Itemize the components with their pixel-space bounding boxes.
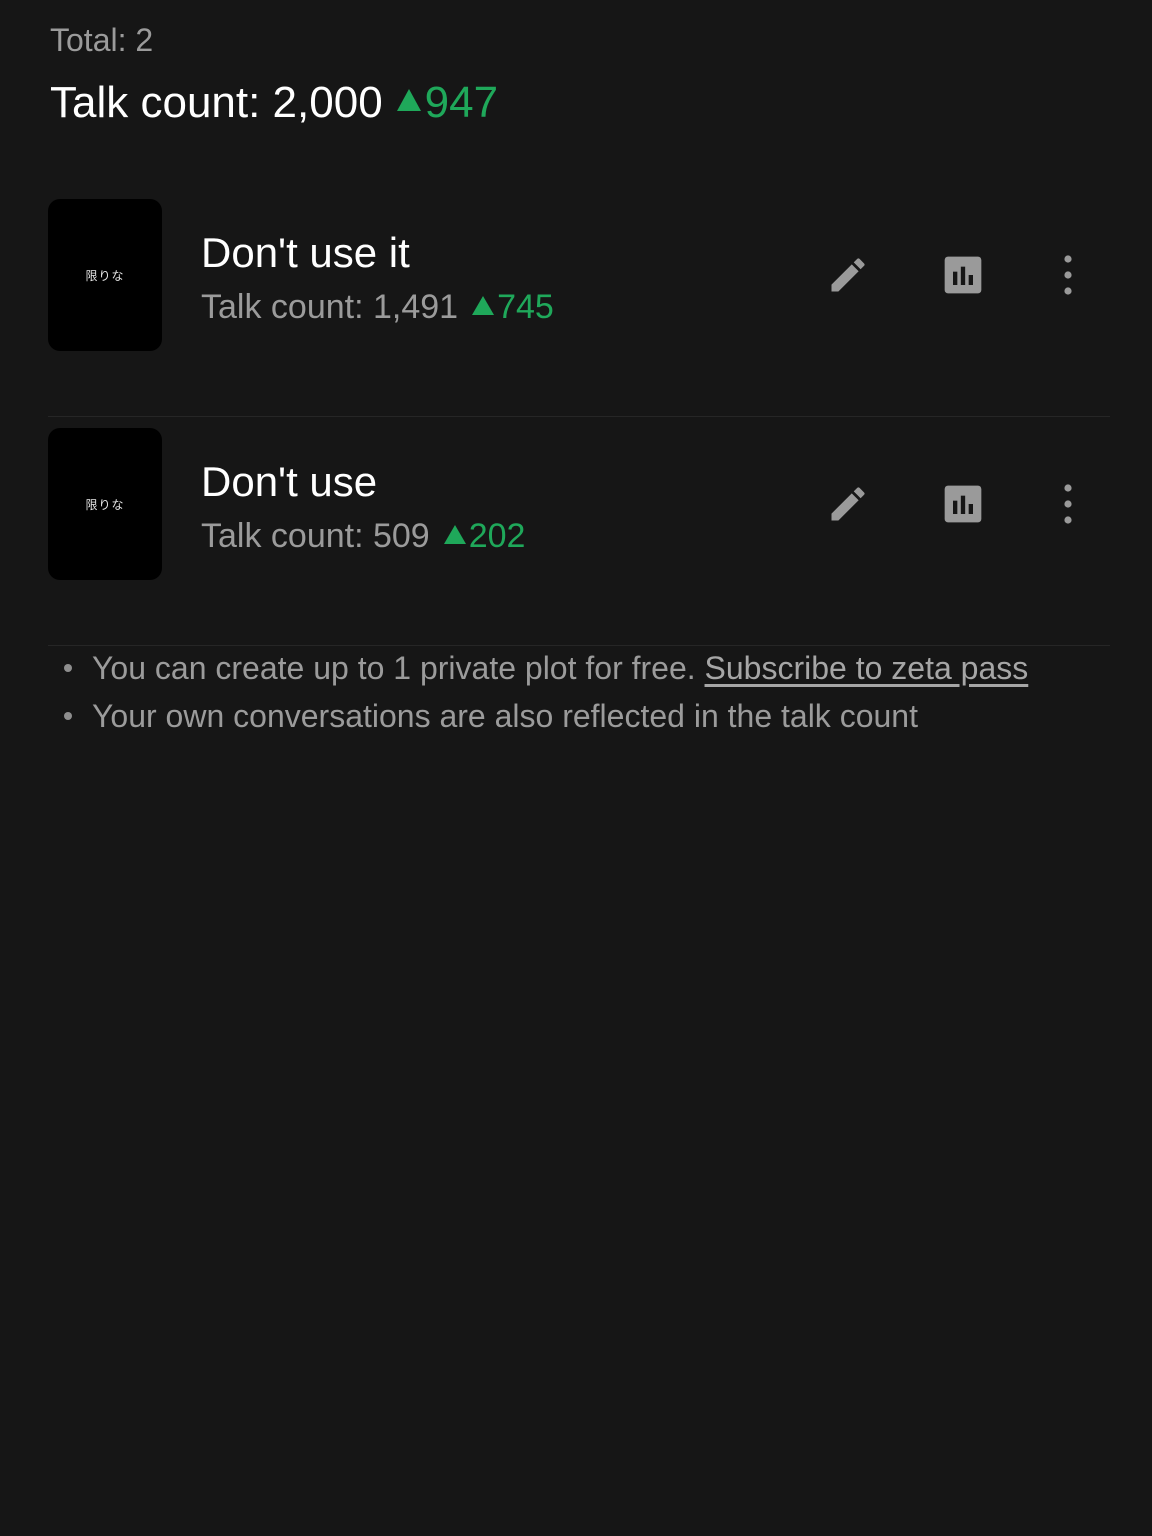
bullet-icon [64, 664, 72, 672]
plot-info: Don't use it Talk count: 1,491 745 [201, 228, 554, 328]
plot-thumbnail[interactable]: 限りな [48, 428, 162, 580]
bullet-icon [64, 712, 72, 720]
plot-item[interactable]: 限りな Don't use Talk count: 509 202 [48, 417, 1110, 646]
triangle-up-icon [443, 524, 466, 544]
plot-list: 限りな Don't use it Talk count: 1,491 745 限… [48, 188, 1110, 646]
note-talk-count-text: Your own conversations are also reflecte… [92, 698, 918, 734]
plot-delta-value: 202 [468, 517, 526, 555]
stats-button[interactable] [933, 474, 993, 534]
pencil-icon [831, 258, 865, 292]
total-talk-count: Talk count: 2,000 947 [50, 78, 498, 128]
total-delta-value: 947 [424, 78, 499, 127]
note-free-plot-text: You can create up to 1 private plot for … [92, 650, 696, 686]
plot-talk-count-label: Talk count: 509 [201, 517, 430, 555]
plot-item[interactable]: 限りな Don't use it Talk count: 1,491 745 [48, 188, 1110, 417]
summary: Total: 2 Talk count: 2,000 947 [50, 20, 498, 128]
more-options-button[interactable] [1038, 474, 1098, 534]
plot-talk-count-delta: 745 [458, 286, 554, 328]
triangle-up-icon [396, 89, 421, 111]
plot-talk-count: Talk count: 509 202 [201, 515, 525, 557]
total-label: Total: 2 [50, 22, 154, 58]
bar-chart-icon [944, 485, 982, 523]
edit-button[interactable] [818, 474, 878, 534]
plot-talk-count: Talk count: 1,491 745 [201, 286, 554, 328]
stats-button[interactable] [933, 245, 993, 305]
edit-button[interactable] [818, 245, 878, 305]
plot-delta-value: 745 [497, 288, 554, 326]
bar-chart-icon [944, 256, 982, 294]
more-options-button[interactable] [1038, 245, 1098, 305]
more-vertical-icon [1064, 255, 1072, 295]
plot-title: Don't use it [201, 229, 410, 276]
plot-thumbnail[interactable]: 限りな [48, 199, 162, 351]
triangle-up-icon [472, 295, 495, 315]
subscribe-link[interactable]: Subscribe to zeta pass [705, 650, 1029, 686]
plot-title: Don't use [201, 458, 378, 505]
note-item: You can create up to 1 private plot for … [60, 644, 1120, 692]
note-item: Your own conversations are also reflecte… [60, 692, 1120, 740]
plot-talk-count-delta: 202 [430, 515, 526, 557]
plot-info: Don't use Talk count: 509 202 [201, 457, 525, 557]
info-notes: You can create up to 1 private plot for … [60, 644, 1120, 740]
total-talk-count-delta: 947 [383, 78, 498, 128]
plot-talk-count-label: Talk count: 1,491 [201, 288, 459, 326]
total-talk-count-label: Talk count: 2,000 [50, 78, 383, 127]
more-vertical-icon [1064, 484, 1072, 524]
pencil-icon [831, 487, 865, 521]
